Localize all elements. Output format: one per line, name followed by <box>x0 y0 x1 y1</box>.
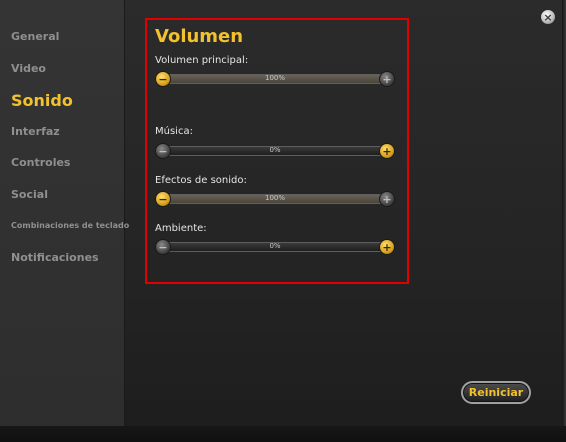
minus-icon: − <box>158 144 168 158</box>
sidebar-item-general[interactable]: General <box>11 30 59 43</box>
plus-icon: + <box>382 192 392 206</box>
slider-value: 0% <box>269 242 281 250</box>
slider-value: 100% <box>264 74 285 82</box>
window-border-right <box>562 0 566 442</box>
plus-icon: + <box>382 144 392 158</box>
sidebar-item-interfaz[interactable]: Interfaz <box>11 125 60 138</box>
plus-icon: + <box>382 240 392 254</box>
slider-value: 0% <box>269 146 281 154</box>
sidebar-item-video[interactable]: Video <box>11 62 46 75</box>
music-label: Música: <box>155 126 193 137</box>
minus-button[interactable]: − <box>155 191 171 207</box>
sidebar-item-social[interactable]: Social <box>11 188 48 201</box>
minus-button[interactable]: − <box>155 239 171 255</box>
reset-button[interactable]: Reiniciar <box>461 381 531 404</box>
minus-icon: − <box>158 240 168 254</box>
sidebar-item-notificaciones[interactable]: Notificaciones <box>11 251 99 264</box>
music-slider[interactable]: 0% − + <box>155 143 395 159</box>
plus-button[interactable]: + <box>379 191 395 207</box>
plus-button[interactable]: + <box>379 239 395 255</box>
slider-value: 100% <box>264 194 285 202</box>
ambience-slider[interactable]: 0% − + <box>155 239 395 255</box>
minus-button[interactable]: − <box>155 143 171 159</box>
close-button[interactable]: × <box>540 9 556 25</box>
sidebar-item-combinaciones-de-teclado[interactable]: Combinaciones de teclado <box>11 221 129 230</box>
sidebar-item-controles[interactable]: Controles <box>11 156 70 169</box>
ambience-label: Ambiente: <box>155 223 207 234</box>
sound-effects-slider[interactable]: 100% − + <box>155 191 395 207</box>
sound-effects-label: Efectos de sonido: <box>155 175 247 186</box>
settings-sidebar: General Video Sonido Interfaz Controles … <box>0 0 129 426</box>
window-border-bottom <box>0 426 566 442</box>
minus-button[interactable]: − <box>155 71 171 87</box>
close-icon: × <box>543 10 553 24</box>
plus-button[interactable]: + <box>379 143 395 159</box>
minus-icon: − <box>158 72 168 86</box>
sidebar-item-sonido[interactable]: Sonido <box>11 91 73 110</box>
plus-icon: + <box>382 72 392 86</box>
minus-icon: − <box>158 192 168 206</box>
volume-master-label: Volumen principal: <box>155 55 249 66</box>
section-title: Volumen <box>155 26 244 47</box>
volume-master-slider[interactable]: 100% − + <box>155 71 395 87</box>
settings-window: General Video Sonido Interfaz Controles … <box>0 0 566 442</box>
plus-button[interactable]: + <box>379 71 395 87</box>
